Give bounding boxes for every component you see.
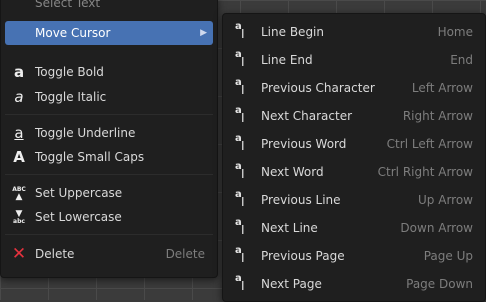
up-triangle-icon: ▲	[15, 191, 23, 202]
submenu-item-line-begin[interactable]: aI Line Begin Home	[227, 20, 481, 44]
set-lowercase-item[interactable]: ▼ abc Set Lowercase	[5, 205, 213, 229]
submenu-item-next-page[interactable]: aI Next Page Page Down	[227, 272, 481, 296]
submenu-item-shortcut: End	[450, 53, 473, 67]
text-cursor-icon: aI	[235, 273, 245, 293]
menu-separator	[5, 174, 213, 175]
submenu-item-shortcut: Right Arrow	[402, 109, 473, 123]
down-triangle-icon: ▼	[15, 208, 23, 219]
toggle-underline-label: Toggle Underline	[35, 126, 136, 140]
submenu-item-shortcut: Page Up	[423, 249, 473, 263]
lowercase-icon-text: abc	[13, 217, 25, 225]
submenu-item-shortcut: Left Arrow	[411, 81, 473, 95]
submenu-item-shortcut: Up Arrow	[418, 193, 473, 207]
toggle-bold-label: Toggle Bold	[35, 65, 104, 79]
submenu-item-label: Next Page	[261, 277, 322, 291]
delete-item[interactable]: ✕ Delete Delete	[5, 242, 213, 266]
text-cursor-icon: aI	[235, 189, 245, 209]
submenu-arrow-icon: ▶	[200, 28, 207, 38]
submenu-item-previous-character[interactable]: aI Previous Character Left Arrow	[227, 76, 481, 100]
lowercase-icon: ▼ abc	[11, 209, 27, 225]
set-uppercase-label: Set Uppercase	[35, 186, 123, 200]
set-lowercase-label: Set Lowercase	[35, 210, 122, 224]
italic-icon: a	[14, 88, 24, 106]
text-cursor-icon: aI	[235, 133, 245, 153]
bold-icon: a	[13, 63, 25, 81]
submenu-item-label: Line Begin	[261, 25, 324, 39]
delete-x-icon: ✕	[11, 244, 27, 264]
submenu-item-label: Previous Line	[261, 193, 341, 207]
text-cursor-icon: aI	[235, 217, 245, 237]
text-cursor-icon: aI	[235, 105, 245, 125]
submenu-item-next-line[interactable]: aI Next Line Down Arrow	[227, 216, 481, 240]
submenu-item-next-word[interactable]: aI Next Word Ctrl Right Arrow	[227, 160, 481, 184]
submenu-item-previous-word[interactable]: aI Previous Word Ctrl Left Arrow	[227, 132, 481, 156]
move-cursor-submenu: aI Line Begin Home aI Line End End aI Pr…	[222, 13, 486, 302]
delete-shortcut: Delete	[165, 247, 205, 261]
submenu-item-shortcut: Ctrl Left Arrow	[386, 137, 473, 151]
small-caps-icon: A	[13, 148, 25, 166]
toggle-italic-item[interactable]: a Toggle Italic	[5, 85, 213, 109]
submenu-item-next-character[interactable]: aI Next Character Right Arrow	[227, 104, 481, 128]
toggle-small-caps-item[interactable]: A Toggle Small Caps	[5, 145, 213, 169]
submenu-item-label: Next Word	[261, 165, 324, 179]
submenu-item-label: Next Line	[261, 221, 318, 235]
submenu-item-label: Previous Character	[261, 81, 375, 95]
toggle-italic-label: Toggle Italic	[35, 90, 107, 104]
select-text-label: Select Text	[35, 0, 101, 10]
submenu-item-label: Line End	[261, 53, 313, 67]
submenu-item-shortcut: Page Down	[406, 277, 473, 291]
submenu-item-shortcut: Ctrl Right Arrow	[377, 165, 473, 179]
submenu-item-label: Previous Word	[261, 137, 347, 151]
toggle-underline-item[interactable]: a Toggle Underline	[5, 121, 213, 145]
move-cursor-item[interactable]: Move Cursor ▶	[5, 21, 213, 45]
text-cursor-icon: aI	[235, 21, 245, 41]
text-cursor-icon: aI	[235, 161, 245, 181]
set-uppercase-item[interactable]: ABC ▲ Set Uppercase	[5, 181, 213, 205]
submenu-item-previous-line[interactable]: aI Previous Line Up Arrow	[227, 188, 481, 212]
uppercase-icon: ABC ▲	[11, 185, 27, 202]
move-cursor-label: Move Cursor	[35, 26, 111, 40]
menu-separator	[5, 114, 213, 115]
menu-separator	[5, 234, 213, 235]
text-cursor-icon: aI	[235, 77, 245, 97]
text-cursor-icon: aI	[235, 49, 245, 69]
submenu-item-label: Next Character	[261, 109, 353, 123]
delete-label: Delete	[35, 247, 75, 261]
submenu-item-shortcut: Down Arrow	[400, 221, 473, 235]
submenu-item-label: Previous Page	[261, 249, 345, 263]
text-context-menu: Select Text Move Cursor ▶ a Toggle Bold …	[0, 0, 218, 278]
text-cursor-icon: aI	[235, 245, 245, 265]
toggle-small-caps-label: Toggle Small Caps	[35, 150, 145, 164]
select-text-item[interactable]: Select Text	[5, 0, 213, 15]
submenu-item-line-end[interactable]: aI Line End End	[227, 48, 481, 72]
toggle-bold-item[interactable]: a Toggle Bold	[5, 60, 213, 84]
submenu-item-previous-page[interactable]: aI Previous Page Page Up	[227, 244, 481, 268]
submenu-item-shortcut: Home	[437, 25, 473, 39]
underline-icon: a	[14, 124, 24, 142]
